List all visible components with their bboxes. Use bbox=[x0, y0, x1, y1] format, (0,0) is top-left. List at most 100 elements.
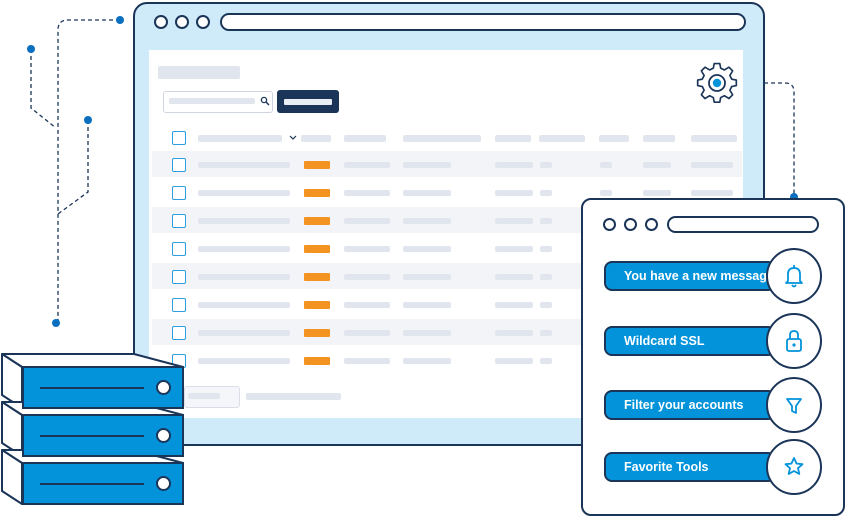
bell-icon-badge[interactable] bbox=[766, 248, 822, 304]
filter-feature-button[interactable]: Filter your accounts bbox=[604, 390, 776, 420]
server-power-led bbox=[156, 380, 171, 395]
lock-icon bbox=[786, 330, 802, 352]
ssl-feature-button[interactable]: Wildcard SSL Certificates bbox=[604, 326, 776, 374]
table-cell-placeholder bbox=[198, 302, 290, 308]
table-cell-placeholder bbox=[403, 274, 451, 280]
column-header[interactable] bbox=[691, 135, 737, 142]
table-cell-placeholder bbox=[198, 162, 290, 168]
column-header[interactable] bbox=[198, 135, 282, 142]
search-placeholder bbox=[169, 98, 255, 104]
status-tag bbox=[304, 273, 330, 281]
server-slot bbox=[40, 387, 144, 389]
table-cell-placeholder bbox=[495, 358, 533, 364]
column-header[interactable] bbox=[599, 135, 629, 142]
table-cell-placeholder bbox=[495, 218, 533, 224]
table-cell-placeholder bbox=[198, 218, 290, 224]
server-power-led bbox=[156, 476, 171, 491]
table-cell-placeholder bbox=[600, 162, 612, 168]
page-size-placeholder bbox=[188, 393, 220, 399]
table-cell-placeholder bbox=[403, 190, 451, 196]
notification-feature-button[interactable]: You have a new message bbox=[604, 261, 776, 291]
column-header[interactable] bbox=[643, 135, 675, 142]
row-checkbox[interactable] bbox=[172, 298, 186, 312]
star-icon bbox=[784, 457, 804, 475]
table-cell-placeholder bbox=[344, 246, 390, 252]
table-cell-placeholder bbox=[540, 190, 552, 196]
table-cell-placeholder bbox=[600, 190, 612, 196]
table-cell-placeholder bbox=[540, 246, 552, 252]
table-cell-placeholder bbox=[403, 246, 451, 252]
row-checkbox[interactable] bbox=[172, 214, 186, 228]
table-cell-placeholder bbox=[344, 302, 390, 308]
pagination-info bbox=[246, 393, 341, 400]
table-cell-placeholder bbox=[344, 218, 390, 224]
table-cell-placeholder bbox=[495, 162, 533, 168]
window-dot bbox=[624, 218, 637, 231]
table-cell-placeholder bbox=[403, 162, 451, 168]
window-dot bbox=[196, 15, 210, 29]
favorite-tools-feature-label: Favorite Tools bbox=[624, 460, 709, 474]
window-dot bbox=[175, 15, 189, 29]
filter-icon bbox=[786, 398, 802, 414]
notification-feature-label: You have a new message bbox=[624, 269, 774, 283]
table-cell-placeholder bbox=[403, 330, 451, 336]
table-cell-placeholder bbox=[540, 274, 552, 280]
bell-icon bbox=[785, 265, 803, 288]
status-tag bbox=[304, 217, 330, 225]
table-cell-placeholder bbox=[540, 218, 552, 224]
table-cell-placeholder bbox=[495, 302, 533, 308]
status-tag bbox=[304, 161, 330, 169]
row-checkbox[interactable] bbox=[172, 242, 186, 256]
table-cell-placeholder bbox=[643, 162, 671, 168]
favorite-tools-feature-button[interactable]: Favorite Tools bbox=[604, 452, 776, 482]
table-cell-placeholder bbox=[403, 218, 451, 224]
popup-address-bar[interactable] bbox=[667, 216, 819, 233]
table-cell-placeholder bbox=[691, 190, 733, 196]
column-header[interactable] bbox=[539, 135, 585, 142]
window-dot bbox=[603, 218, 616, 231]
row-checkbox[interactable] bbox=[172, 186, 186, 200]
filter-icon-badge[interactable] bbox=[766, 377, 822, 433]
column-header[interactable] bbox=[344, 135, 386, 142]
row-checkbox[interactable] bbox=[172, 326, 186, 340]
page-title-placeholder bbox=[158, 66, 240, 79]
column-header[interactable] bbox=[403, 135, 481, 142]
column-header[interactable] bbox=[495, 135, 531, 142]
gear-icon[interactable] bbox=[696, 62, 738, 104]
status-tag bbox=[304, 329, 330, 337]
table-cell-placeholder bbox=[344, 358, 390, 364]
lock-icon-badge[interactable] bbox=[766, 313, 822, 369]
table-cell-placeholder bbox=[344, 162, 390, 168]
table-cell-placeholder bbox=[344, 274, 390, 280]
status-tag bbox=[304, 189, 330, 197]
select-all-checkbox[interactable] bbox=[172, 131, 186, 145]
row-checkbox[interactable] bbox=[172, 270, 186, 284]
server-slot bbox=[40, 435, 144, 437]
search-icon bbox=[260, 96, 270, 106]
table-cell-placeholder bbox=[540, 330, 552, 336]
server-power-led bbox=[156, 428, 171, 443]
table-cell-placeholder bbox=[643, 190, 671, 196]
table-cell-placeholder bbox=[540, 302, 552, 308]
row-checkbox[interactable] bbox=[172, 158, 186, 172]
table-cell-placeholder bbox=[495, 274, 533, 280]
table-cell-placeholder bbox=[495, 246, 533, 252]
table-cell-placeholder bbox=[540, 162, 552, 168]
table-cell-placeholder bbox=[344, 190, 390, 196]
status-tag bbox=[304, 245, 330, 253]
table-cell-placeholder bbox=[691, 162, 733, 168]
table-cell-placeholder bbox=[540, 358, 552, 364]
table-cell-placeholder bbox=[344, 330, 390, 336]
address-bar[interactable] bbox=[220, 13, 746, 31]
table-cell-placeholder bbox=[495, 190, 533, 196]
server-slot bbox=[40, 483, 144, 485]
table-cell-placeholder bbox=[198, 190, 290, 196]
chevron-down-icon bbox=[289, 135, 297, 140]
table-cell-placeholder bbox=[198, 358, 290, 364]
status-tag bbox=[304, 357, 330, 365]
table-cell-placeholder bbox=[198, 330, 290, 336]
window-dot bbox=[154, 15, 168, 29]
search-button-label-placeholder bbox=[284, 99, 332, 105]
star-icon-badge[interactable] bbox=[766, 439, 822, 495]
column-header[interactable] bbox=[301, 135, 331, 142]
